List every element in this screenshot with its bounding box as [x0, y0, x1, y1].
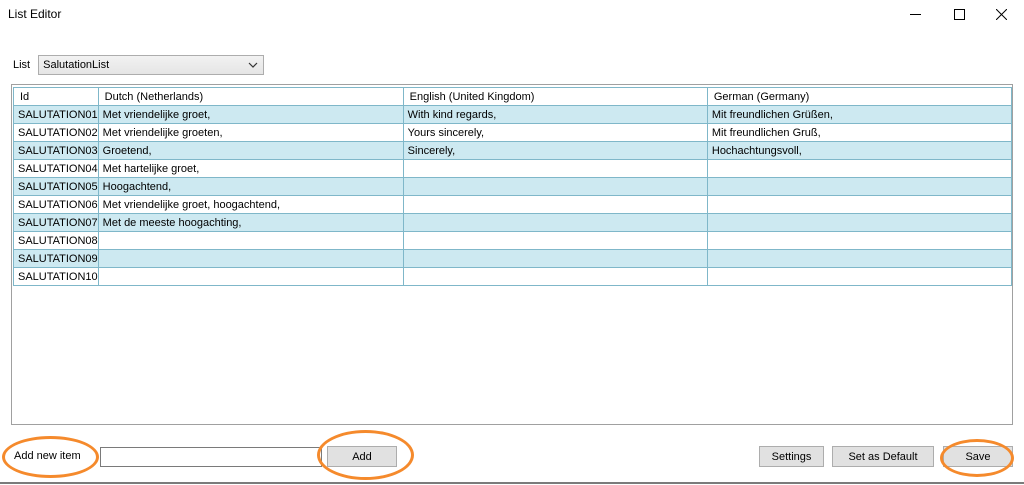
maximize-icon — [953, 8, 965, 20]
salutation-grid[interactable]: Id Dutch (Netherlands) English (United K… — [11, 84, 1013, 425]
cell-german[interactable]: Mit freundlichen Grüßen, — [706, 105, 1013, 124]
set-as-default-button[interactable]: Set as Default — [832, 446, 934, 467]
table-row[interactable]: SALUTATION09 — [13, 249, 1013, 268]
cell-dutch[interactable]: Hoogachtend, — [97, 177, 404, 196]
cell-dutch[interactable]: Met vriendelijke groet, hoogachtend, — [97, 195, 404, 214]
cell-german[interactable] — [706, 195, 1013, 214]
cell-id[interactable]: SALUTATION04 — [13, 159, 99, 178]
cell-id[interactable]: SALUTATION07 — [13, 213, 99, 232]
table-row[interactable]: SALUTATION07 Met de meeste hoogachting, — [13, 213, 1013, 232]
cell-german[interactable] — [706, 231, 1013, 250]
cell-english[interactable] — [402, 159, 708, 178]
cell-english[interactable] — [402, 195, 708, 214]
cell-id[interactable]: SALUTATION10 — [13, 267, 99, 286]
grid-header-row: Id Dutch (Netherlands) English (United K… — [13, 87, 1013, 106]
list-label: List — [13, 59, 31, 71]
settings-button[interactable]: Settings — [759, 446, 824, 467]
cell-dutch[interactable]: Met vriendelijke groet, — [97, 105, 404, 124]
window-title: List Editor — [8, 7, 62, 21]
cell-german[interactable] — [706, 177, 1013, 196]
close-icon — [995, 8, 1007, 20]
cell-id[interactable]: SALUTATION06 — [13, 195, 99, 214]
cell-id[interactable]: SALUTATION01 — [13, 105, 99, 124]
list-dropdown[interactable]: SalutationList — [38, 55, 265, 75]
new-item-label: Add new item — [14, 450, 81, 462]
cell-german[interactable]: Hochachtungsvoll, — [706, 141, 1013, 160]
table-row[interactable]: SALUTATION03 Groetend, Sincerely, Hochachtu… — [13, 141, 1013, 160]
column-header-english[interactable]: English (United Kingdom) — [402, 87, 708, 106]
add-button[interactable]: Add — [327, 446, 397, 467]
column-header-german[interactable]: German (Germany) — [706, 87, 1013, 106]
cell-dutch[interactable]: Met vriendelijke groeten, — [97, 123, 404, 142]
cell-id[interactable]: SALUTATION09 — [13, 249, 99, 268]
cell-english[interactable] — [402, 267, 708, 286]
table-row[interactable]: SALUTATION04 Met hartelijke groet, — [13, 159, 1013, 178]
cell-dutch[interactable]: Met hartelijke groet, — [97, 159, 404, 178]
save-button[interactable]: Save — [943, 446, 1013, 467]
table-row[interactable]: SALUTATION05 Hoogachtend, — [13, 177, 1013, 196]
cell-english[interactable] — [402, 213, 708, 232]
new-item-input[interactable] — [100, 447, 322, 467]
cell-id[interactable]: SALUTATION02 — [13, 123, 99, 142]
cell-german[interactable] — [706, 213, 1013, 232]
cell-dutch[interactable]: Met de meeste hoogachting, — [97, 213, 404, 232]
cell-dutch[interactable] — [97, 249, 404, 268]
cell-german[interactable] — [706, 159, 1013, 178]
minimize-icon — [909, 13, 921, 15]
cell-dutch[interactable] — [97, 267, 404, 286]
close-button[interactable] — [978, 0, 1024, 28]
cell-english[interactable] — [402, 231, 708, 250]
table-row[interactable]: SALUTATION10 — [13, 267, 1013, 286]
grid-table: Id Dutch (Netherlands) English (United K… — [13, 87, 1013, 286]
table-row[interactable]: SALUTATION01 Met vriendelijke groet, With … — [13, 105, 1013, 124]
table-row[interactable]: SALUTATION06 Met vriendelijke groet, hoog… — [13, 195, 1013, 214]
table-row[interactable]: SALUTATION02 Met vriendelijke groeten, You… — [13, 123, 1013, 142]
list-dropdown-value: SalutationList — [43, 59, 110, 71]
cell-english[interactable]: Yours sincerely, — [402, 123, 708, 142]
cell-english[interactable] — [402, 249, 708, 268]
title-bar: List Editor — [0, 0, 1024, 28]
window-bottom-border — [0, 482, 1024, 484]
column-header-id[interactable]: Id — [13, 87, 99, 106]
maximize-button[interactable] — [936, 0, 982, 28]
cell-id[interactable]: SALUTATION03 — [13, 141, 99, 160]
cell-english[interactable] — [402, 177, 708, 196]
cell-german[interactable] — [706, 249, 1013, 268]
list-selector-row: List SalutationList — [13, 54, 265, 76]
cell-id[interactable]: SALUTATION05 — [13, 177, 99, 196]
cell-dutch[interactable] — [97, 231, 404, 250]
cell-english[interactable]: Sincerely, — [402, 141, 708, 160]
cell-id[interactable]: SALUTATION08 — [13, 231, 99, 250]
cell-german[interactable] — [706, 267, 1013, 286]
column-header-dutch[interactable]: Dutch (Netherlands) — [97, 87, 404, 106]
cell-german[interactable]: Mit freundlichen Gruß, — [706, 123, 1013, 142]
chevron-down-icon — [248, 62, 258, 68]
cell-english[interactable]: With kind regards, — [402, 105, 708, 124]
table-row[interactable]: SALUTATION08 — [13, 231, 1013, 250]
cell-dutch[interactable]: Groetend, — [97, 141, 404, 160]
minimize-button[interactable] — [892, 0, 938, 28]
